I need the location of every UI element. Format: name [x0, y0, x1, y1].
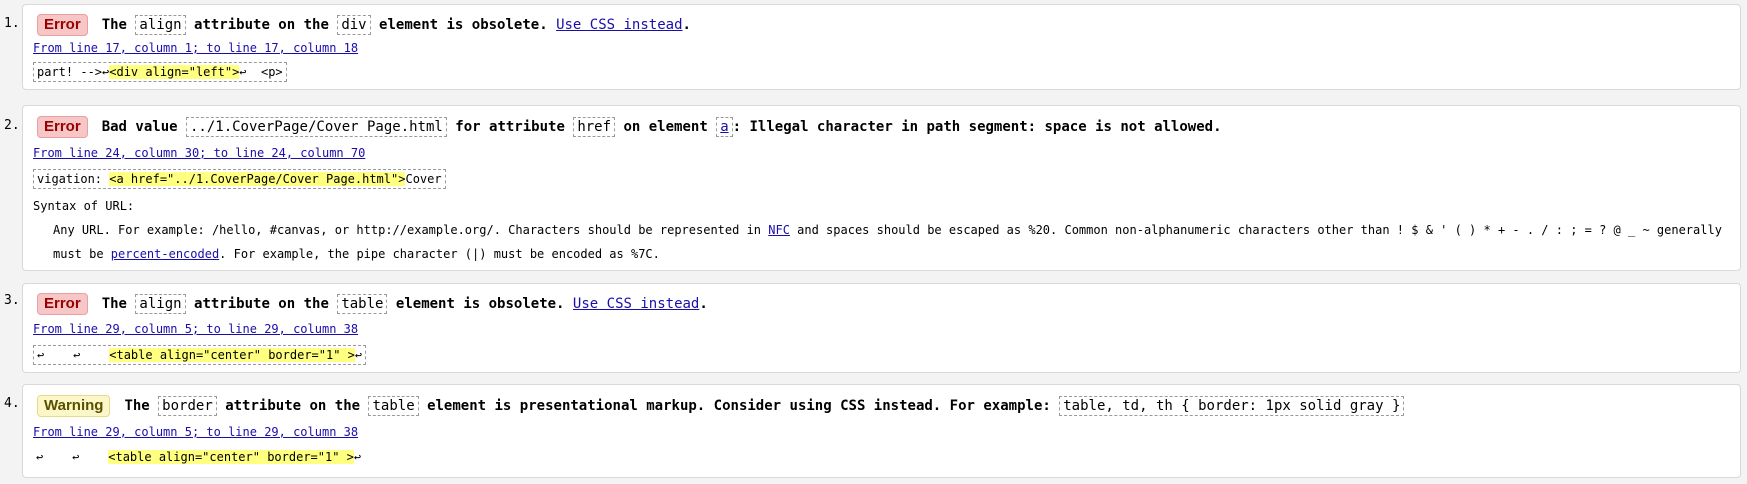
- source-extract: vigation: <a href="../1.CoverPage/Cover …: [33, 169, 446, 189]
- code-fragment: a: [716, 117, 733, 137]
- syntax-title: Syntax of URL:: [33, 199, 135, 213]
- message-number: 2.: [4, 118, 20, 133]
- percent-encoded-link[interactable]: percent-encoded: [111, 247, 219, 261]
- nfc-link[interactable]: NFC: [768, 223, 790, 237]
- message-heading: Error Bad value ../1.CoverPage/Cover Page…: [37, 116, 1222, 138]
- location-link[interactable]: From line 17, column 1; to line 17, colu…: [33, 41, 358, 55]
- location-link[interactable]: From line 29, column 5; to line 29, colu…: [33, 322, 358, 336]
- source-extract: ↩ ↩ <table align="center" border="1" >↩: [33, 345, 367, 365]
- message-item: Error The align attribute on the div elem…: [22, 4, 1741, 90]
- warning-badge: Warning: [37, 395, 111, 417]
- use-css-link[interactable]: Use CSS instead: [556, 17, 682, 33]
- message-heading: Error The align attribute on the div elem…: [37, 14, 691, 36]
- location-link[interactable]: From line 24, column 30; to line 24, col…: [33, 146, 365, 160]
- code-fragment: ../1.CoverPage/Cover Page.html: [185, 117, 447, 137]
- location-link[interactable]: From line 29, column 5; to line 29, colu…: [33, 425, 358, 439]
- use-css-link[interactable]: Use CSS instead: [573, 296, 699, 312]
- error-badge: Error: [37, 14, 88, 36]
- message-item: Error The align attribute on the table el…: [22, 283, 1741, 373]
- code-fragment: align: [135, 294, 186, 314]
- code-fragment: align: [135, 15, 186, 35]
- message-item: Warning The border attribute on the table…: [22, 384, 1741, 478]
- message-item: Error Bad value ../1.CoverPage/Cover Page…: [22, 105, 1741, 271]
- message-number: 1.: [4, 16, 20, 31]
- message-number: 3.: [4, 293, 20, 308]
- source-extract: ↩ ↩ <table align="center" border="1" >↩: [36, 450, 362, 464]
- message-heading: Error The align attribute on the table el…: [37, 293, 708, 315]
- error-badge: Error: [37, 116, 88, 138]
- url-syntax-note: Syntax of URL: Any URL. For example: /he…: [33, 194, 1723, 266]
- message-heading: Warning The border attribute on the table…: [37, 395, 1405, 417]
- source-extract: part! -->↩<div align="left">↩ <p>: [33, 62, 287, 82]
- code-fragment: table: [337, 294, 388, 314]
- code-fragment: table, td, th { border: 1px solid gray }: [1059, 396, 1405, 416]
- error-badge: Error: [37, 293, 88, 315]
- code-fragment: href: [573, 117, 616, 137]
- code-fragment: border: [158, 396, 217, 416]
- code-fragment: table: [368, 396, 419, 416]
- code-fragment: div: [337, 15, 371, 35]
- message-number: 4.: [4, 396, 20, 411]
